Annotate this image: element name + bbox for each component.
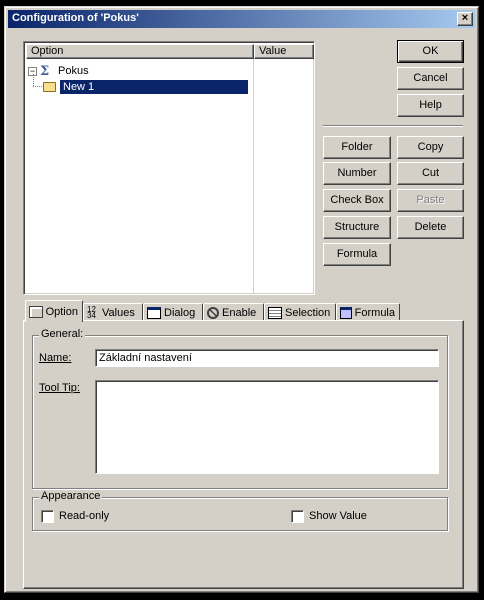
name-field-value: Základní nastavení <box>99 352 192 364</box>
option-tree[interactable]: Option Value − Σ Pokus New 1 <box>23 41 315 295</box>
showvalue-checkbox[interactable] <box>291 510 304 523</box>
name-label: Name: <box>39 352 71 364</box>
number-label: Number <box>337 167 377 179</box>
enable-icon <box>207 307 219 319</box>
values-icon: 12 34 <box>87 305 96 320</box>
folder-button[interactable]: Folder <box>323 136 391 159</box>
paste-label: Paste <box>416 194 445 206</box>
folder-label: Folder <box>341 141 373 153</box>
selection-icon <box>268 307 282 319</box>
cancel-button[interactable]: Cancel <box>397 67 464 90</box>
tab-option[interactable]: Option <box>25 300 83 322</box>
tree-node-child[interactable]: New 1 <box>43 79 248 94</box>
paste-button[interactable]: Paste <box>397 189 464 212</box>
help-label: Help <box>419 99 442 111</box>
option-icon <box>29 305 43 318</box>
name-field[interactable]: Základní nastavení <box>95 349 439 367</box>
number-button[interactable]: Number <box>323 162 391 185</box>
sigma-icon: Σ <box>40 63 50 79</box>
tree-node-label: Pokus <box>58 65 89 77</box>
tooltip-label: Tool Tip: <box>39 382 80 394</box>
tab-values[interactable]: 12 34 Values <box>83 303 143 321</box>
ok-label: OK <box>422 45 439 57</box>
tree-connector <box>33 86 42 87</box>
readonly-label[interactable]: Read-only <box>59 510 109 522</box>
tab-label: Selection <box>285 307 331 319</box>
delete-button[interactable]: Delete <box>397 216 464 239</box>
general-group-label: General: <box>39 328 86 340</box>
window-title: Configuration of 'Pokus' <box>12 12 139 24</box>
folder-icon <box>43 81 56 92</box>
copy-label: Copy <box>417 141 444 153</box>
copy-button[interactable]: Copy <box>397 136 464 159</box>
formula-button[interactable]: Formula <box>323 243 391 266</box>
help-button[interactable]: Help <box>397 94 464 117</box>
column-header-value[interactable]: Value <box>254 44 314 59</box>
tab-label: Formula <box>354 307 395 319</box>
tab-label: Values <box>102 307 135 319</box>
tab-formula[interactable]: Formula <box>336 303 400 321</box>
checkbox-button[interactable]: Check Box <box>323 189 391 212</box>
tree-node-root[interactable]: − Σ Pokus <box>28 63 89 79</box>
formula-label: Formula <box>336 248 378 260</box>
dialog-window: Configuration of 'Pokus' × Option Value … <box>4 6 479 593</box>
separator <box>323 125 463 127</box>
column-label-value: Value <box>259 45 287 57</box>
readonly-checkbox[interactable] <box>41 510 54 523</box>
cut-button[interactable]: Cut <box>397 162 464 185</box>
column-divider <box>253 59 254 293</box>
checkbox-label: Check Box <box>330 194 384 206</box>
tab-dialog[interactable]: Dialog <box>143 303 203 321</box>
tooltip-label-text: Tool Tip: <box>39 382 80 394</box>
dialog-icon <box>147 307 161 319</box>
cancel-label: Cancel <box>413 72 448 84</box>
tab-enable[interactable]: Enable <box>203 303 264 321</box>
column-label-option: Option <box>31 45 64 57</box>
name-label-text: Name: <box>39 352 72 364</box>
appearance-group-label: Appearance <box>39 490 103 502</box>
structure-button[interactable]: Structure <box>323 216 391 239</box>
general-groupbox: General: Name: Základní nastavení Tool T… <box>32 328 448 489</box>
ok-button[interactable]: OK <box>397 40 464 63</box>
tab-panel-option: General: Name: Základní nastavení Tool T… <box>23 320 464 589</box>
column-header-option[interactable]: Option <box>26 44 254 59</box>
structure-label: Structure <box>334 221 380 233</box>
appearance-groupbox: Appearance Read-only Show Value <box>32 490 448 531</box>
delete-label: Delete <box>414 221 447 233</box>
close-button[interactable]: × <box>457 12 473 26</box>
cut-label: Cut <box>421 167 440 179</box>
tooltip-field[interactable] <box>95 380 439 474</box>
title-bar[interactable]: Configuration of 'Pokus' × <box>8 10 475 28</box>
tab-label: Option <box>45 305 78 318</box>
formula-icon <box>340 307 352 319</box>
tree-connector <box>33 74 34 86</box>
tree-node-label-selected: New 1 <box>60 79 248 94</box>
tab-label: Dialog <box>164 307 196 319</box>
tab-label: Enable <box>222 307 257 319</box>
showvalue-label[interactable]: Show Value <box>309 510 367 522</box>
close-icon: × <box>461 12 469 24</box>
tab-selection[interactable]: Selection <box>264 303 336 321</box>
